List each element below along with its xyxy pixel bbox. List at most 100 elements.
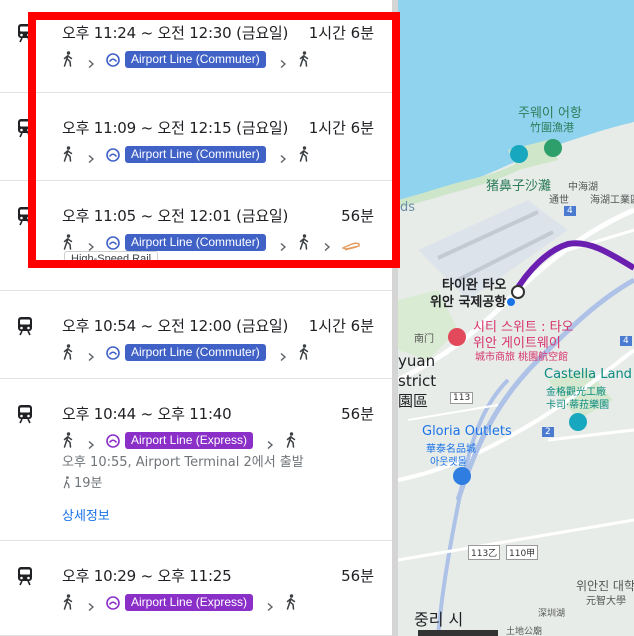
route-legs: Airport Line (Express) <box>62 593 297 612</box>
walk-icon <box>62 51 74 67</box>
map-label-gloria-ko: 아웃렛몰 <box>430 457 467 468</box>
map-label-ds: ds <box>400 200 416 215</box>
route-times: 오후 10:54 ~ 오전 12:00 (금요일) <box>62 317 289 335</box>
train-icon <box>16 118 34 138</box>
route-times: 오후 11:24 ~ 오전 12:30 (금요일) <box>62 24 289 42</box>
chevron-right-icon <box>266 597 274 612</box>
chevron-right-icon <box>87 54 95 69</box>
route-legs: Airport Line (Commuter) <box>62 343 310 362</box>
map-label-yuan: yuan <box>398 352 436 370</box>
high-speed-rail-icon <box>340 236 360 251</box>
route-option[interactable]: 오후 10:44 ~ 오후 11:40 56분 Airport Line (Expr… <box>0 379 392 541</box>
metro-icon <box>106 235 120 250</box>
route-duration: 1시간 6분 <box>308 24 374 42</box>
metro-icon <box>106 52 120 67</box>
details-link[interactable]: 상세정보 <box>62 505 110 524</box>
chevron-right-icon <box>87 149 95 164</box>
map-label-airport-2: 위안 국제공항 <box>430 295 507 310</box>
route-legs: Airport Line (Express) <box>62 431 297 450</box>
chevron-right-icon <box>87 237 95 252</box>
departure-info: 오후 10:55, Airport Terminal 2에서 출발 <box>62 455 304 470</box>
walk-icon <box>62 594 74 610</box>
map-route-shield-4b: 4 <box>620 336 632 346</box>
route-option[interactable]: 오후 11:09 ~ 오전 12:15 (금요일) 1시간 6분 Airport L… <box>0 93 392 181</box>
line-badge: Airport Line (Commuter) <box>125 50 266 68</box>
route-times: 오후 11:05 ~ 오전 12:01 (금요일) <box>62 207 289 225</box>
chevron-right-icon <box>266 435 274 450</box>
route-duration: 1시간 6분 <box>308 119 374 137</box>
walk-duration: 19분 <box>74 476 103 491</box>
walk-icon <box>62 476 74 489</box>
line-badge: Airport Line (Express) <box>125 431 254 449</box>
route-option[interactable]: 오후 11:24 ~ 오전 12:30 (금요일) 1시간 6분 Airport L… <box>0 0 392 93</box>
train-icon <box>16 206 34 226</box>
walk-info: 19분 <box>62 472 103 491</box>
map-label-yuanqu: 園區 <box>398 392 429 410</box>
route-duration: 56분 <box>341 207 374 225</box>
walk-icon <box>62 344 74 360</box>
map-route-shield-4: 4 <box>564 206 576 216</box>
chevron-right-icon <box>87 435 95 450</box>
metro-icon <box>106 433 120 448</box>
chevron-right-icon <box>87 347 95 362</box>
map-view[interactable]: 주웨이 어항 竹圍漁港 猪鼻子沙灘 中海湖 海湖工業區 通世 ds 타이완 타오… <box>398 0 634 636</box>
metro-icon <box>106 595 120 610</box>
map-label-gloria: Gloria Outlets <box>422 424 512 439</box>
chevron-right-icon <box>323 237 331 252</box>
map-label-tongshi: 通世 <box>549 195 569 206</box>
map-label-zhubi: 猪鼻子沙灘 <box>486 179 552 194</box>
chevron-right-icon <box>279 237 287 252</box>
route-legs: Airport Line (Commuter) <box>62 50 310 69</box>
map-label-castella-zh-2: 卡司·蒂菈樂園 <box>546 400 610 411</box>
chevron-right-icon <box>279 54 287 69</box>
chevron-right-icon <box>87 597 95 612</box>
walk-icon <box>298 234 310 250</box>
walk-icon <box>62 432 74 448</box>
results-panel: 오후 11:24 ~ 오전 12:30 (금요일) 1시간 6분 Airport L… <box>0 0 392 636</box>
walk-icon <box>298 344 310 360</box>
walk-icon <box>62 146 74 162</box>
high-speed-rail-tag: High-Speed Rail <box>64 251 159 268</box>
metro-icon <box>106 345 120 360</box>
train-icon <box>16 316 34 336</box>
route-legs: Airport Line (Commuter) <box>62 233 360 252</box>
line-badge: Airport Line (Commuter) <box>125 233 266 251</box>
map-label-castella: Castella Land <box>544 367 632 382</box>
route-legs: Airport Line (Commuter) <box>62 145 310 164</box>
route-times: 오후 11:09 ~ 오전 12:15 (금요일) <box>62 119 289 137</box>
map-route-shield-2: 2 <box>542 427 554 437</box>
route-option[interactable]: 오후 10:54 ~ 오전 12:00 (금요일) 1시간 6분 Airport L… <box>0 291 392 379</box>
walk-icon <box>62 234 74 250</box>
route-option[interactable]: 오후 10:29 ~ 오후 11:25 56분 Airport Line (Expr… <box>0 541 392 636</box>
map-label-nankan: 南门 <box>414 334 434 345</box>
map-label-strict: strict <box>398 372 437 390</box>
map-label-haihu: 海湖工業區 <box>590 195 634 206</box>
line-badge: Airport Line (Commuter) <box>125 145 266 163</box>
route-times: 오후 10:44 ~ 오후 11:40 <box>62 405 232 423</box>
line-badge: Airport Line (Express) <box>125 593 254 611</box>
train-icon <box>16 23 34 43</box>
map-route-shield-113n: 113乙 <box>468 545 501 560</box>
map-label-zhuwei-zh: 竹圍漁港 <box>530 121 574 134</box>
train-icon <box>16 566 34 586</box>
route-option[interactable]: 오후 11:05 ~ 오전 12:01 (금요일) 56분 Airport Line… <box>0 181 392 291</box>
map-label-citysuites-zh: 城市商旅 桃園航空館 <box>475 352 569 363</box>
walk-icon <box>298 146 310 162</box>
train-icon <box>16 404 34 424</box>
route-duration: 1시간 6분 <box>308 317 374 335</box>
walk-icon <box>285 432 297 448</box>
line-badge: Airport Line (Commuter) <box>125 343 266 361</box>
metro-icon <box>106 147 120 162</box>
walk-icon <box>298 51 310 67</box>
map-label-tudi: 土地公廟 <box>506 627 543 636</box>
map-label-zhongli: 중리 시 <box>414 610 464 629</box>
map-route-shield-113: 113 <box>450 392 474 404</box>
route-times: 오후 10:29 ~ 오후 11:25 <box>62 567 232 585</box>
chevron-right-icon <box>279 347 287 362</box>
map-label-shenzhi: 深圳湖 <box>538 609 566 619</box>
map-route-shield-110: 110甲 <box>506 545 539 560</box>
route-duration: 56분 <box>341 567 374 585</box>
map-label-yuanzhi: 元智大學 <box>586 596 626 607</box>
chevron-right-icon <box>279 149 287 164</box>
route-duration: 56분 <box>341 405 374 423</box>
